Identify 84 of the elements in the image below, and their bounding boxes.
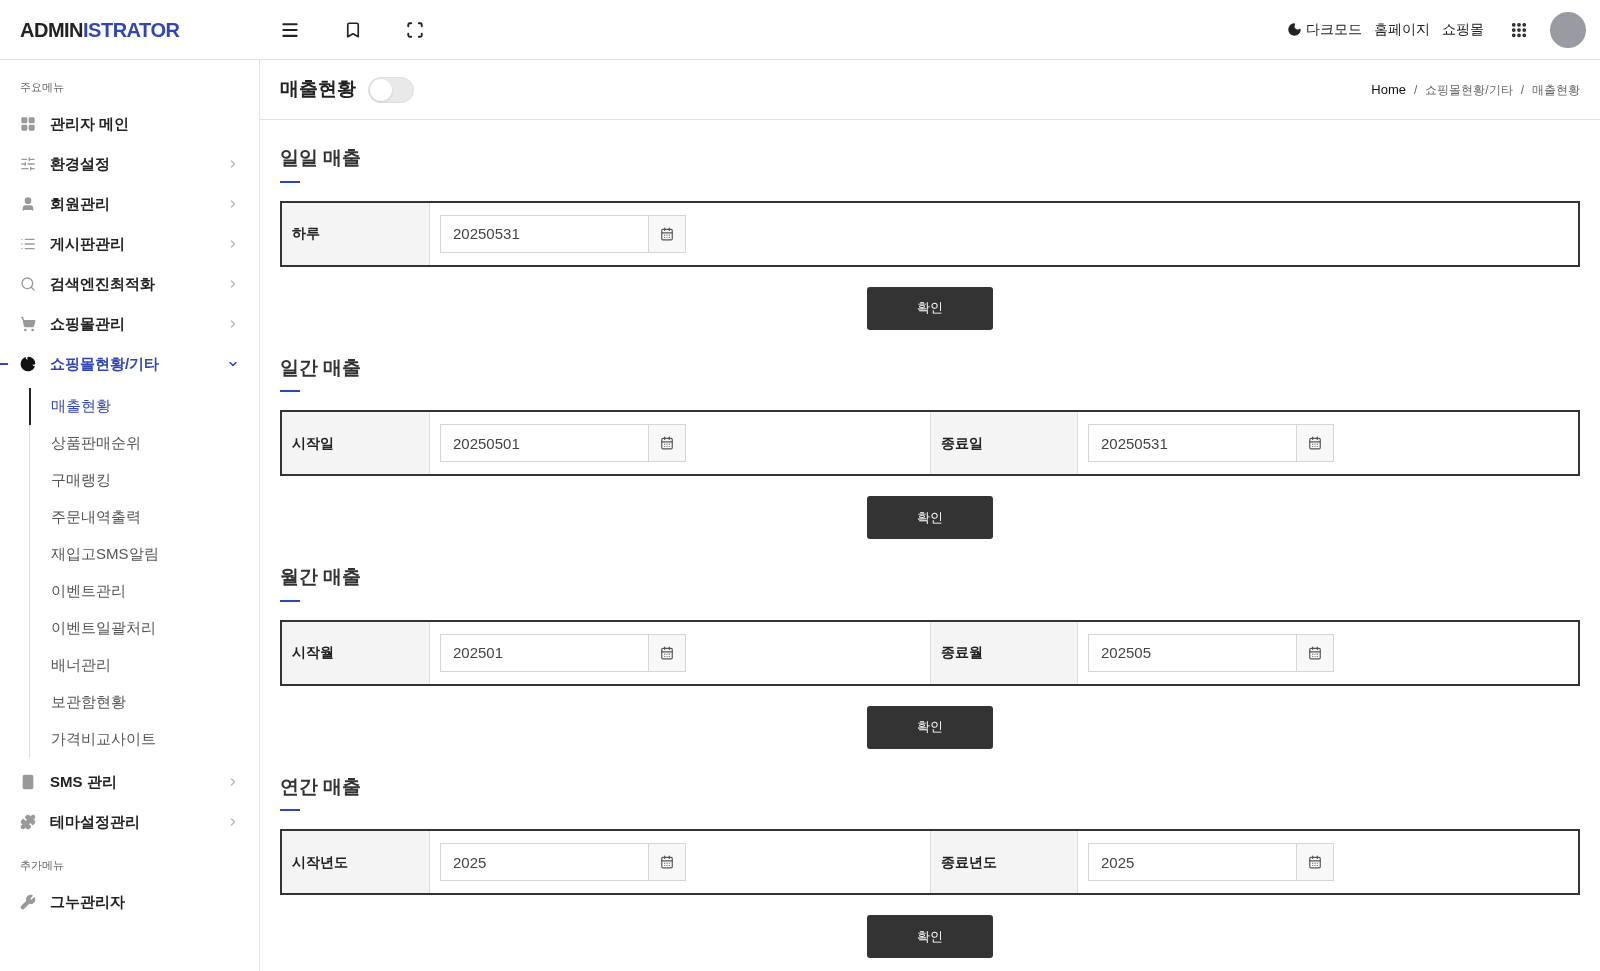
field-label: 종료월 [930,621,1078,684]
confirm-button[interactable]: 확인 [867,705,993,749]
field-label: 종료일 [930,412,1078,474]
apps-icon[interactable] [1510,20,1528,39]
header-link[interactable]: 홈페이지 [1374,19,1430,40]
calendar-button[interactable] [1297,843,1334,881]
sidebar-item[interactable]: 그누관리자 [20,890,239,914]
submenu-item[interactable]: 구매랭킹 [51,469,111,492]
wrench-icon [20,894,36,910]
calendar-icon [1308,645,1322,660]
field-label: 시작월 [282,621,430,684]
section-title: 일일 매출 [280,146,363,170]
sidebar-item[interactable]: 테마설정관리 [20,810,239,834]
toggle-switch[interactable] [368,76,414,103]
calendar-button[interactable] [649,843,686,881]
fullscreen-icon[interactable] [406,20,424,39]
logo[interactable]: ADMINISTRATOR [0,14,260,45]
section-title: 일간 매출 [280,355,363,380]
confirm-button[interactable]: 확인 [867,286,993,330]
sliders-icon [20,156,36,172]
calendar-button[interactable] [649,633,686,672]
breadcrumb-link[interactable]: 매출현황 [1532,80,1580,99]
field-label: 시작일 [282,412,430,474]
section-title: 연간 매출 [280,774,363,799]
calendar-icon [1308,855,1322,869]
submenu-item[interactable]: 보관함현황 [51,691,126,714]
date-field[interactable]: 20250531 [440,214,649,253]
calendar-button[interactable] [1297,633,1334,672]
submenu-item[interactable]: 이벤트관리 [51,580,126,603]
moon-icon[interactable] [1287,22,1302,37]
list-icon [20,236,36,252]
date-field[interactable]: 202505 [1088,633,1297,672]
date-field[interactable]: 20250531 [1088,424,1297,462]
sidebar-item[interactable]: 관리자 메인 [20,112,239,136]
cart-icon [20,316,36,332]
calendar-button[interactable] [649,214,686,253]
sidebar-item[interactable]: 회원관리 [20,192,239,216]
page-title: 매출현황 [280,77,356,102]
grid-icon [20,116,36,132]
calendar-icon [660,436,674,450]
header-link[interactable]: 다크모드 [1306,19,1362,40]
sidebar-item[interactable]: 게시판관리 [20,232,239,256]
sidebar-item[interactable]: 환경설정 [20,152,239,176]
avatar[interactable] [1550,11,1586,48]
field-label: 하루 [282,202,430,265]
calendar-icon [1308,436,1322,450]
calendar-icon [660,855,674,869]
field-label: 종료년도 [930,831,1078,893]
breadcrumb-separator: / [1413,81,1418,99]
phone-icon [20,774,36,790]
search-icon [20,276,36,292]
calendar-button[interactable] [649,424,686,462]
sidebar-item[interactable]: 쇼핑몰관리 [20,312,239,336]
confirm-button[interactable]: 확인 [867,915,993,958]
submenu-item[interactable]: 재입고SMS알림 [51,543,159,566]
calendar-button[interactable] [1297,424,1334,462]
date-field[interactable]: 20250501 [440,424,649,462]
date-field[interactable]: 2025 [1088,843,1297,881]
submenu-item[interactable]: 상품판매순위 [51,432,141,455]
field-label: 시작년도 [282,831,430,893]
breadcrumb-link[interactable]: Home [1371,79,1406,100]
submenu-item[interactable]: 가격비교사이트 [51,728,156,751]
user-icon [20,196,36,212]
header-link[interactable]: 쇼핑몰 [1442,19,1484,40]
puzzle-icon [20,814,36,830]
sidebar-item[interactable]: SMS 관리 [20,770,239,794]
sidebar-group-title: 추가메뉴 [19,857,65,873]
sidebar-group-title: 주요메뉴 [19,79,65,95]
date-field[interactable]: 202501 [440,633,649,672]
submenu-item[interactable]: 매출현황 [51,395,111,418]
submenu-item[interactable]: 주문내역출력 [51,506,141,529]
calendar-icon [660,226,674,241]
calendar-icon [660,645,674,660]
breadcrumb-link[interactable]: 쇼핑몰현황/기타 [1425,80,1513,99]
confirm-button[interactable]: 확인 [867,496,993,539]
pie-chart-icon [20,356,36,372]
bookmark-icon[interactable] [344,20,362,39]
submenu-item[interactable]: 배너관리 [51,654,111,677]
section-title: 월간 매출 [280,565,363,589]
breadcrumb-separator: / [1520,81,1524,99]
sidebar-item[interactable]: 검색엔진최적화 [20,272,239,296]
date-field[interactable]: 2025 [440,843,649,881]
submenu-item[interactable]: 이벤트일괄처리 [51,617,156,640]
sidebar-item[interactable]: 쇼핑몰현황/기타 [20,352,239,376]
